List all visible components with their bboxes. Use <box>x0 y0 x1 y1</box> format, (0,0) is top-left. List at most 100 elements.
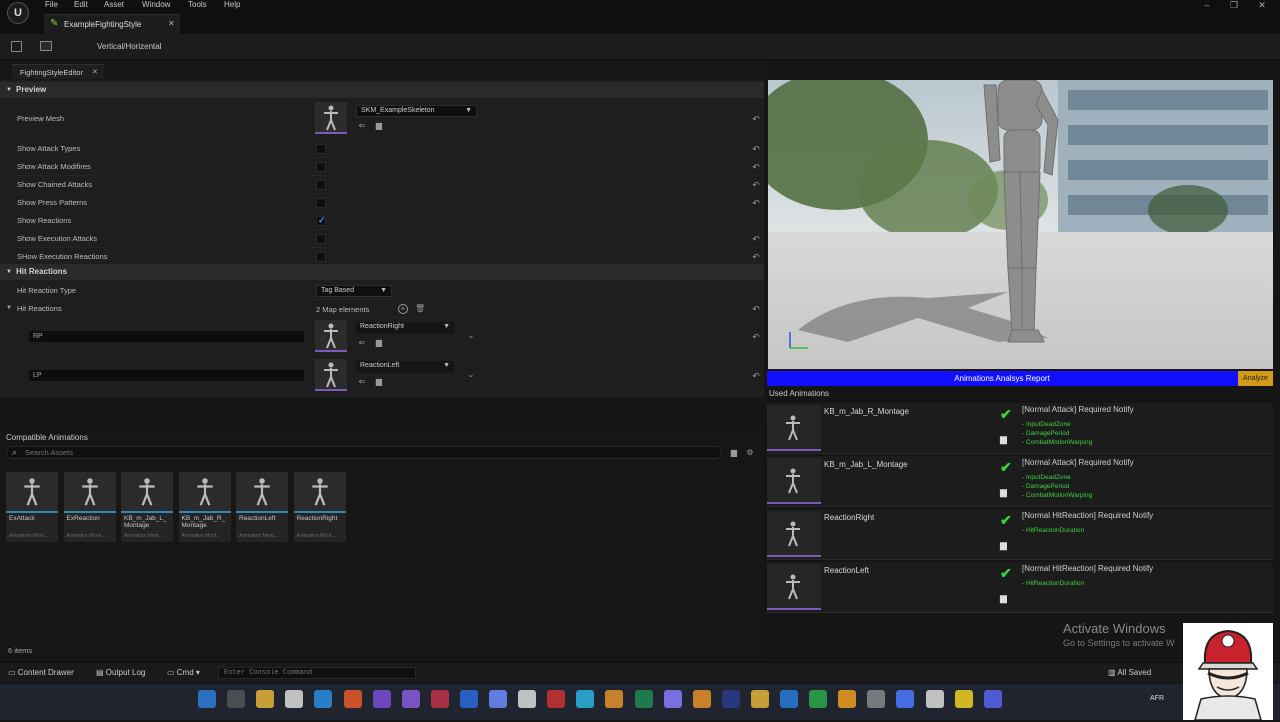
whatsapp-taskbar-icon[interactable] <box>954 690 973 708</box>
option-checkbox[interactable] <box>316 162 326 172</box>
add-element-icon[interactable]: + <box>398 304 408 314</box>
start-taskbar-icon[interactable] <box>198 690 216 708</box>
language-indicator[interactable]: AFR <box>1150 695 1164 702</box>
reset-to-default-icon[interactable]: ↶ <box>751 180 761 190</box>
unreal-taskbar-icon[interactable] <box>518 690 537 708</box>
delete-all-icon[interactable]: 🗑 <box>415 304 425 314</box>
open-folder-icon[interactable]: ▆ <box>1000 593 1007 604</box>
animation-thumbnail[interactable] <box>767 405 821 451</box>
option-checkbox[interactable] <box>316 144 326 154</box>
search-assets-input[interactable] <box>25 447 705 458</box>
app-taskbar-icon[interactable] <box>896 690 915 708</box>
reset-to-default-icon[interactable]: ↶ <box>751 252 761 262</box>
option-checkbox[interactable]: ✓ <box>316 215 326 226</box>
minimize-icon[interactable]: – <box>1200 0 1214 12</box>
mesh-thumbnail[interactable] <box>315 102 347 134</box>
browse-folder-icon[interactable]: ▆ <box>374 121 384 131</box>
entry-value-dropdown[interactable]: ReactionLeft ▼ <box>356 361 454 373</box>
close-tab-icon[interactable]: ✕ <box>168 19 175 28</box>
use-selected-icon[interactable]: ⇐ <box>357 338 367 348</box>
save-icon[interactable] <box>11 41 22 52</box>
search-assets-field[interactable]: ⌕ <box>6 446 722 459</box>
reset-to-default-icon[interactable]: ↶ <box>751 144 761 154</box>
menu-edit[interactable]: Edit <box>74 0 88 10</box>
outlook-taskbar-icon[interactable] <box>721 690 740 708</box>
snipping-taskbar-icon[interactable] <box>489 690 507 708</box>
menu-help[interactable]: Help <box>224 0 240 10</box>
browse-icon[interactable] <box>40 41 52 51</box>
use-selected-icon[interactable]: ⇐ <box>357 377 367 387</box>
mode-label[interactable]: Vertical/Horizental <box>97 42 161 51</box>
store-taskbar-icon[interactable] <box>285 690 304 708</box>
photoshop-taskbar-icon[interactable] <box>634 690 653 708</box>
sourcetree-taskbar-icon[interactable] <box>750 690 769 708</box>
browse-folder-icon[interactable]: ▆ <box>374 377 384 387</box>
open-folder-icon[interactable]: ▆ <box>1000 487 1007 498</box>
preview-mesh-dropdown[interactable]: SKM_ExampleSkeleton ▼ <box>356 105 477 117</box>
editor-tab[interactable]: FightingStyleEditor ✕ <box>12 64 104 79</box>
save-status[interactable]: ▥ All Saved <box>1108 668 1151 677</box>
vscode-taskbar-icon[interactable] <box>430 690 449 708</box>
file-explorer-taskbar-icon[interactable] <box>256 690 275 708</box>
asset-tile[interactable]: ReactionRight Animation Mont... <box>293 472 346 542</box>
open-folder-icon[interactable]: ▆ <box>1000 434 1007 445</box>
unreal-alt-taskbar-icon[interactable] <box>983 690 1002 708</box>
menu-file[interactable]: File <box>45 0 58 10</box>
option-checkbox[interactable] <box>316 198 326 208</box>
expand-chevron-icon[interactable]: ⌄ <box>466 331 476 341</box>
blender-alt-taskbar-icon[interactable] <box>780 690 798 708</box>
entry-value-dropdown[interactable]: ReactionRight ▼ <box>356 322 454 334</box>
animation-thumbnail[interactable] <box>767 458 821 504</box>
blender-taskbar-icon[interactable] <box>547 690 566 708</box>
settings-gear-icon[interactable]: ⚙ <box>745 448 755 458</box>
output-log-button[interactable]: ▤ Output Log <box>96 668 145 677</box>
rider-taskbar-icon[interactable] <box>605 690 624 708</box>
open-folder-icon[interactable]: ▆ <box>1000 540 1007 551</box>
folder-taskbar-icon[interactable] <box>867 690 886 708</box>
option-checkbox[interactable] <box>316 234 326 244</box>
pycharm-taskbar-icon[interactable] <box>576 690 595 708</box>
animation-thumbnail[interactable] <box>315 320 347 352</box>
close-window-icon[interactable]: ✕ <box>1255 0 1269 12</box>
edge-taskbar-icon[interactable] <box>692 690 711 708</box>
use-selected-icon[interactable]: ⇐ <box>357 121 367 131</box>
visual-studio-taskbar-icon[interactable] <box>372 690 391 708</box>
animation-thumbnail[interactable] <box>767 564 821 610</box>
teams-taskbar-icon[interactable] <box>663 690 682 708</box>
reset-to-default-icon[interactable]: ↶ <box>751 162 761 172</box>
analyze-button[interactable]: Analyze <box>1238 371 1273 386</box>
reset-to-default-icon[interactable]: ↶ <box>751 332 761 342</box>
reset-to-default-icon[interactable]: ↶ <box>751 114 761 124</box>
discord-taskbar-icon[interactable] <box>925 690 944 708</box>
collapse-icon[interactable]: ▼ <box>6 305 12 311</box>
option-checkbox[interactable] <box>316 180 326 190</box>
menu-tools[interactable]: Tools <box>188 0 207 10</box>
reset-to-default-icon[interactable]: ↶ <box>751 234 761 244</box>
menu-window[interactable]: Window <box>142 0 170 10</box>
github-desktop-taskbar-icon[interactable] <box>459 690 478 708</box>
entry-key-field[interactable]: RP <box>29 331 304 342</box>
cmd-dropdown[interactable]: ▭ Cmd ▾ <box>167 668 200 677</box>
hit-reactions-section-header[interactable]: ▼ Hit Reactions <box>0 264 764 280</box>
winrar-taskbar-icon[interactable] <box>401 690 420 708</box>
reset-to-default-icon[interactable]: ↶ <box>751 304 761 314</box>
entry-key-field[interactable]: LP <box>29 370 304 381</box>
chrome-taskbar-icon[interactable] <box>314 690 333 708</box>
hit-reaction-type-dropdown[interactable]: Tag Based ▼ <box>316 285 392 297</box>
preview-section-header[interactable]: ▼ Preview <box>0 82 764 98</box>
content-drawer-button[interactable]: ▭ Content Drawer <box>8 668 74 677</box>
option-checkbox[interactable] <box>316 252 326 262</box>
animation-thumbnail[interactable] <box>767 511 821 557</box>
copilot-taskbar-icon[interactable] <box>343 690 362 708</box>
search-taskbar-icon[interactable] <box>227 690 246 708</box>
asset-tile[interactable]: KB_m_Jab_R_ Montage Animation Mont... <box>178 472 231 542</box>
document-tab[interactable]: ✎ ExampleFightingStyle ✕ <box>44 14 180 34</box>
clickup-taskbar-icon[interactable] <box>809 690 828 708</box>
reset-to-default-icon[interactable]: ↶ <box>751 371 761 381</box>
asset-tile[interactable]: ExReaction Animation Mont... <box>63 472 116 542</box>
asset-tile[interactable]: KB_m_Jab_L_ Montage Animation Mont... <box>121 472 173 542</box>
menu-asset[interactable]: Asset <box>104 0 124 10</box>
console-input[interactable] <box>218 667 416 679</box>
vscode-alt-taskbar-icon[interactable] <box>838 690 857 708</box>
maximize-icon[interactable]: ❐ <box>1227 0 1241 12</box>
